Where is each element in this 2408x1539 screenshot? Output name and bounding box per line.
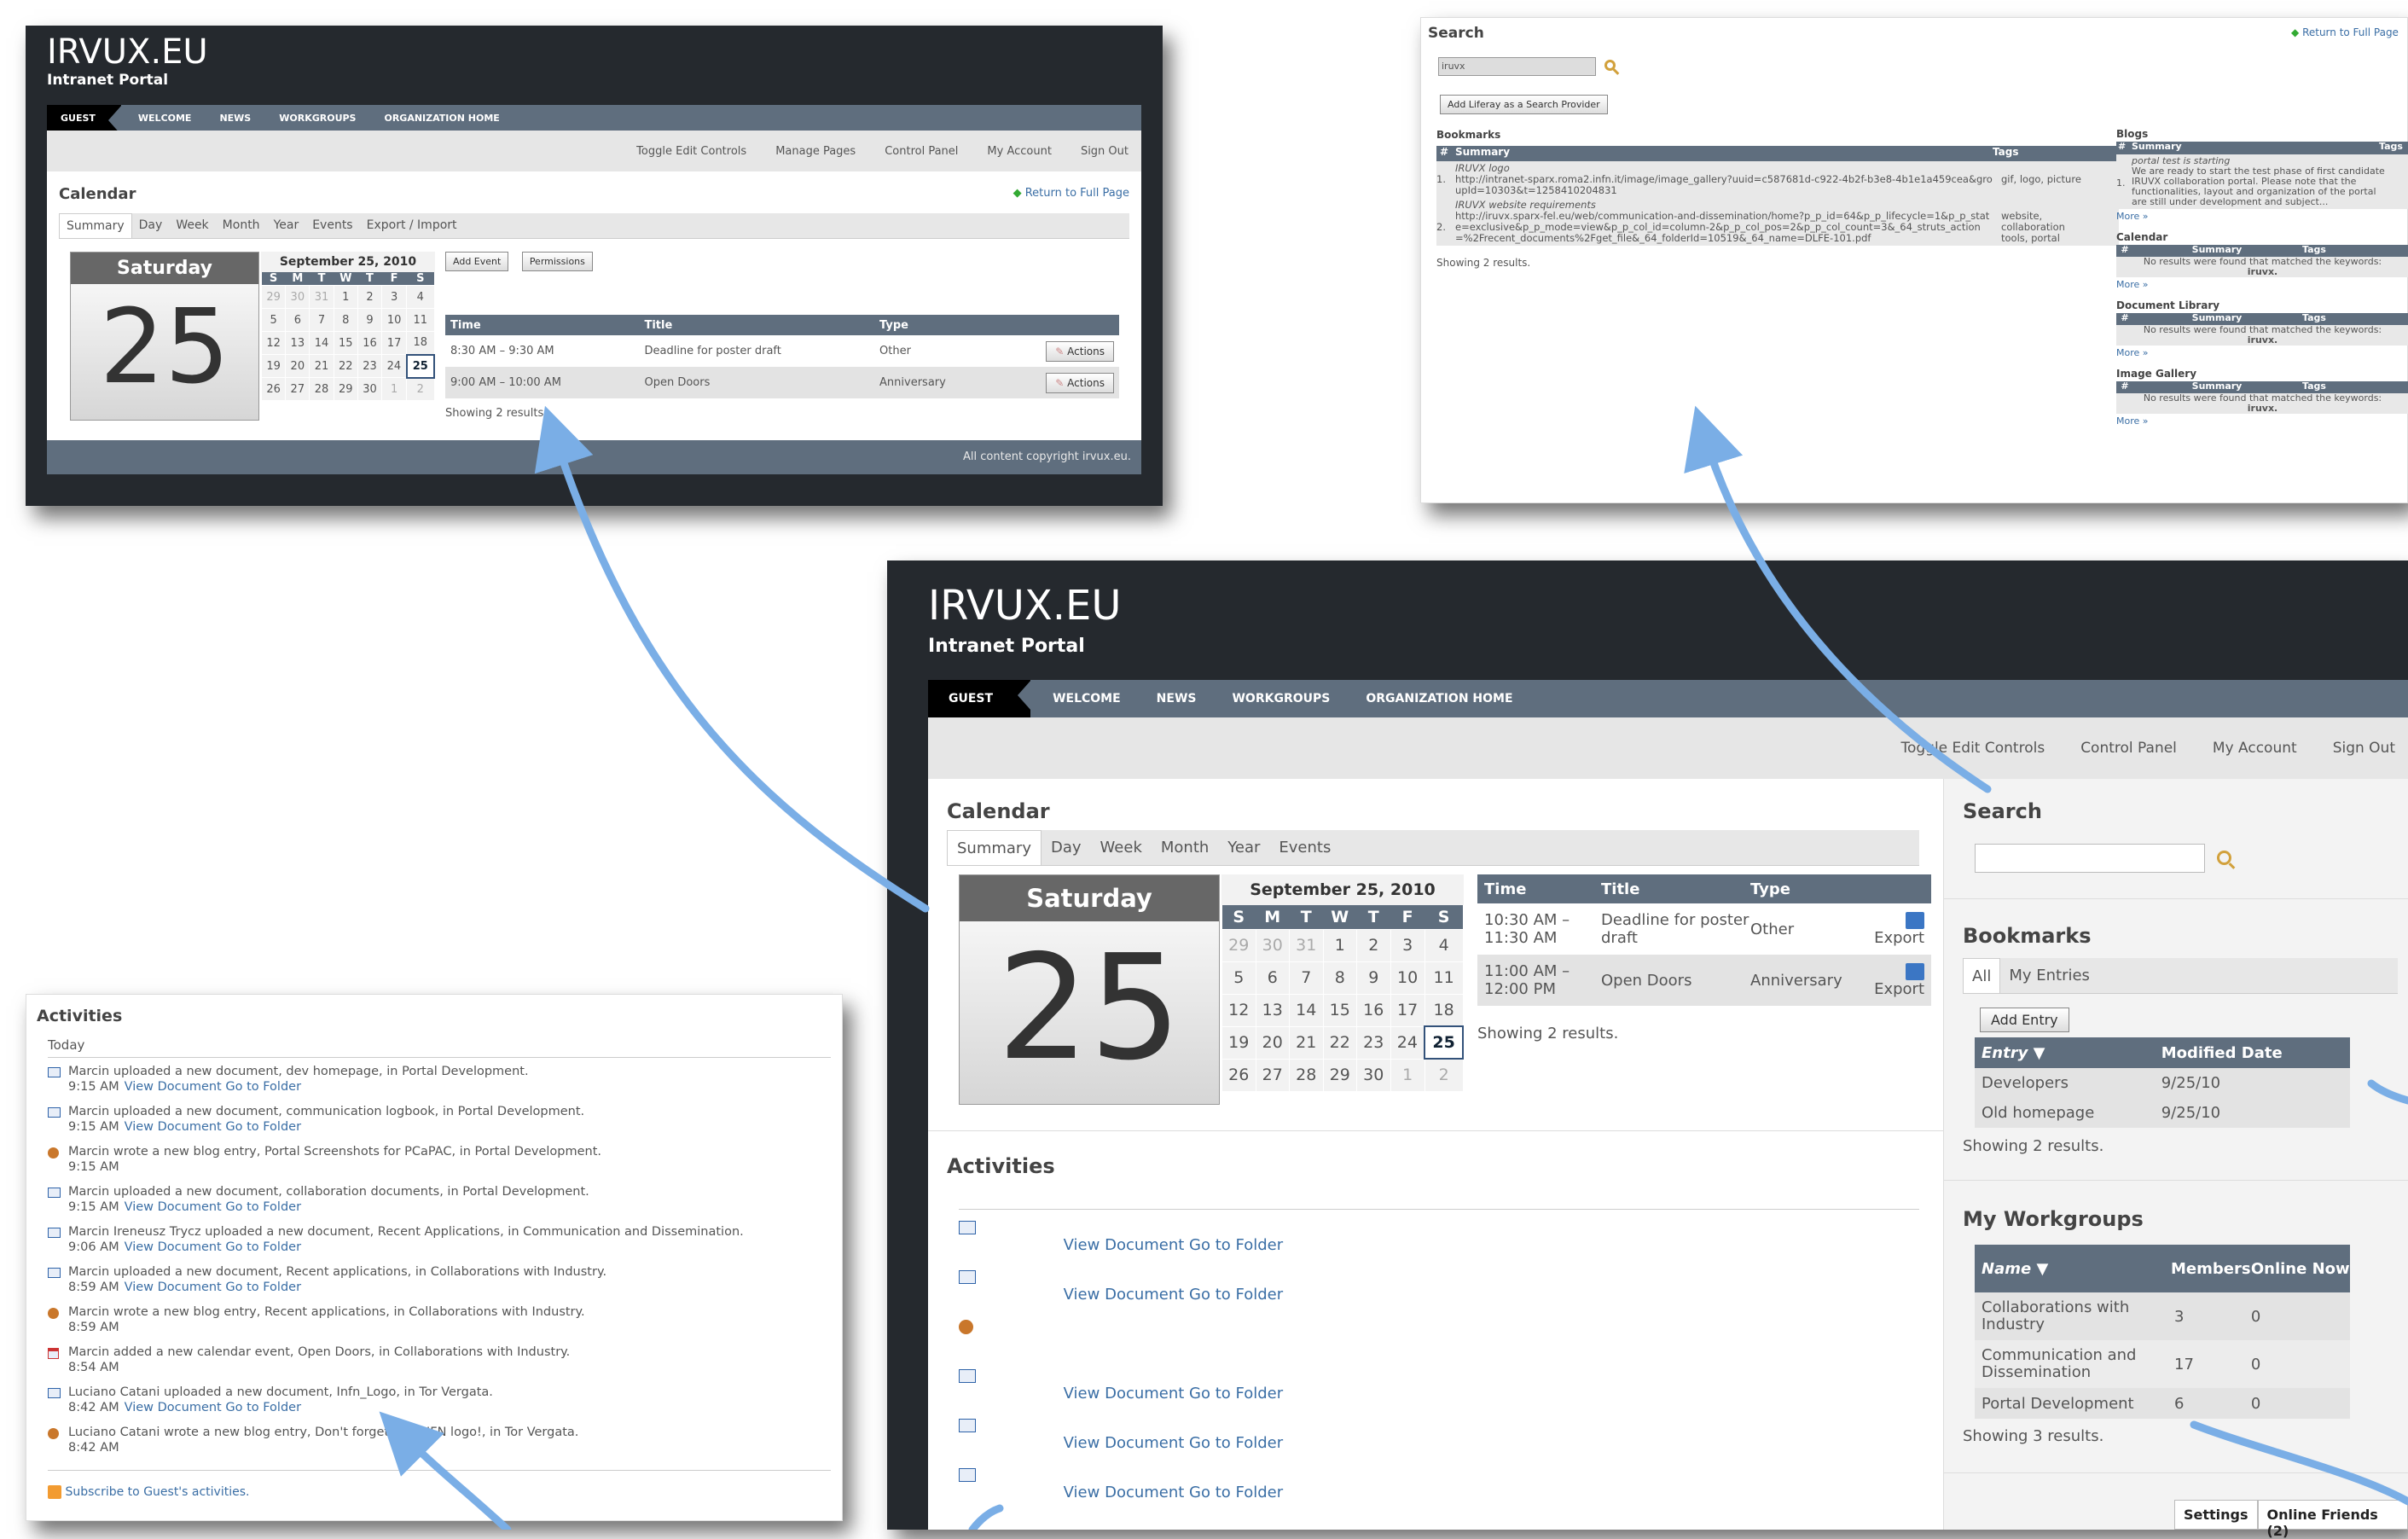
annotation-arrows [379, 405, 2408, 1530]
arrow-to-calendar [534, 405, 930, 913]
arrow-to-search [1684, 405, 1992, 793]
arrow-stub-bottom [968, 1504, 1004, 1530]
arrow-to-activities [379, 1411, 512, 1530]
arrow-right-edge [2367, 1079, 2408, 1105]
arrow-bottom-right [2190, 1420, 2408, 1506]
